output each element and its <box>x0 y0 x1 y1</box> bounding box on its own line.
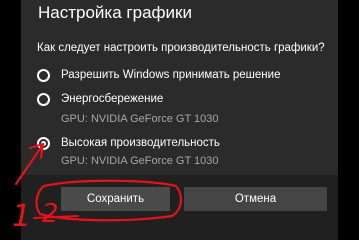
option-label-let-windows-decide: Разрешить Windows принимать решение <box>61 69 281 81</box>
save-button[interactable]: Сохранить <box>61 187 170 211</box>
gpu-info-high-performance: GPU: NVIDIA GeForce GT 1030 <box>61 155 219 167</box>
cancel-button[interactable]: Отмена <box>184 187 327 211</box>
option-label-power-saving: Энергосбережение <box>61 93 164 105</box>
radio-high-performance[interactable] <box>37 136 50 150</box>
radio-let-windows-decide[interactable] <box>37 68 50 82</box>
option-label-high-performance: Высокая производительность <box>61 137 220 149</box>
dialog-footer: Сохранить Отмена <box>21 175 338 240</box>
gpu-info-power-saving: GPU: NVIDIA GeForce GT 1030 <box>61 113 219 125</box>
dialog-title: Настройка графики <box>38 3 192 22</box>
performance-question: Как следует настроить производительность… <box>37 42 325 54</box>
option-power-saving[interactable]: Энергосбережение <box>37 90 163 108</box>
radio-power-saving[interactable] <box>37 92 50 106</box>
option-let-windows-decide[interactable]: Разрешить Windows принимать решение <box>37 66 280 84</box>
option-high-performance[interactable]: Высокая производительность <box>37 134 220 152</box>
graphics-settings-dialog: Настройка графики Как следует настроить … <box>21 0 338 240</box>
